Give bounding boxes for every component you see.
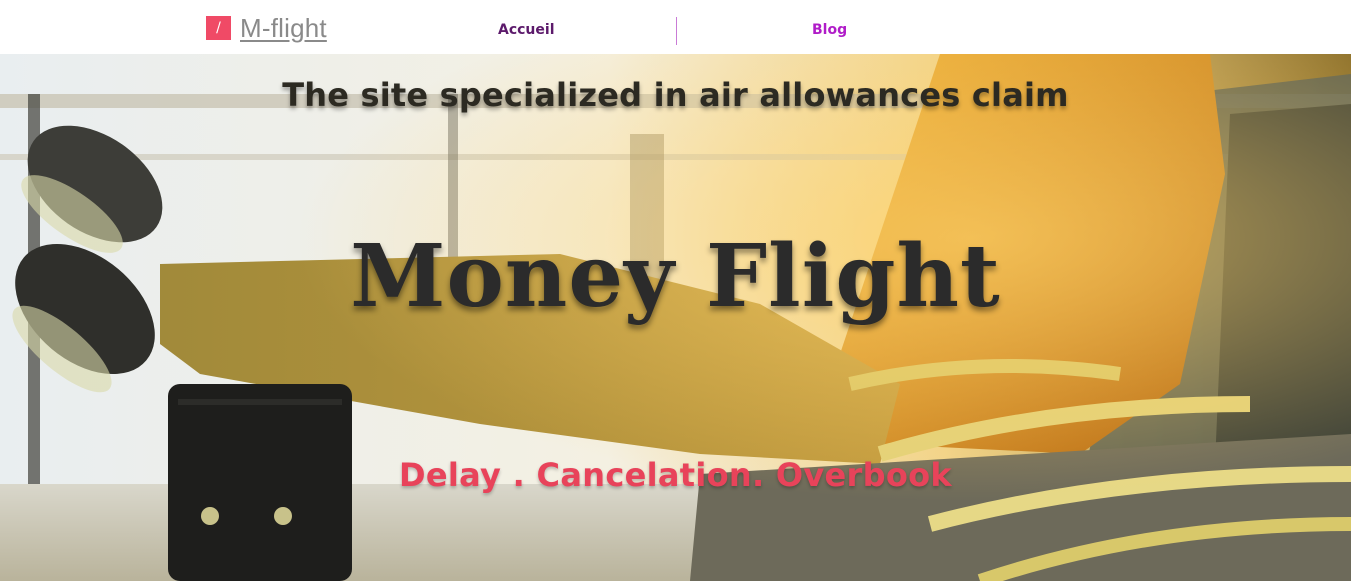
- logo-icon[interactable]: /: [206, 16, 231, 40]
- hero-subtitle: Delay . Cancelation. Overbook: [399, 456, 952, 494]
- hero-tagline: The site specialized in air allowances c…: [282, 76, 1069, 114]
- site-logo-link[interactable]: M-flight: [240, 13, 327, 44]
- nav-item-accueil[interactable]: Accueil: [498, 22, 555, 38]
- site-header: / M-flight Accueil Blog: [0, 0, 1351, 54]
- hero-title: Money Flight: [350, 226, 1001, 327]
- nav-divider: [676, 17, 677, 45]
- hero-banner: The site specialized in air allowances c…: [0, 54, 1351, 581]
- nav-item-blog[interactable]: Blog: [812, 22, 847, 38]
